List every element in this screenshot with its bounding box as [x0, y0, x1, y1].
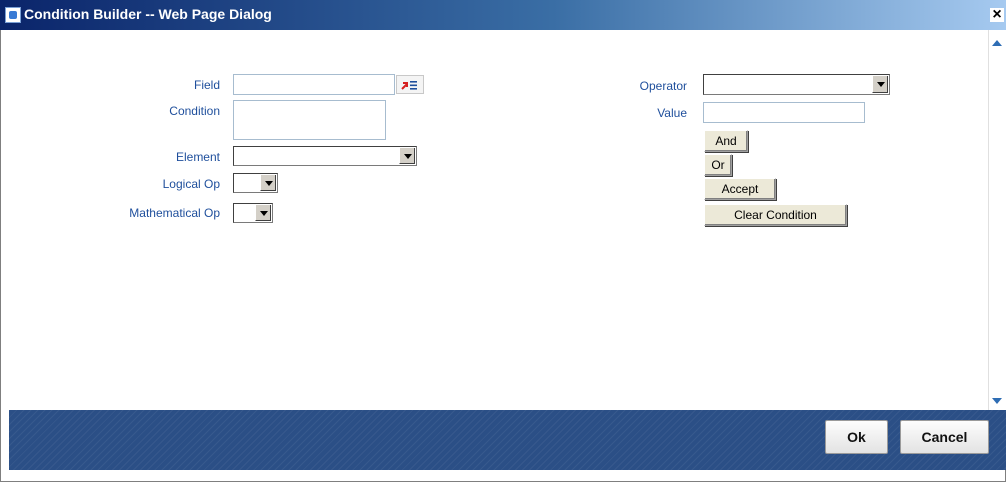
logical-op-select[interactable]: [233, 173, 278, 193]
condition-textarea[interactable]: [233, 100, 386, 140]
operator-select[interactable]: [703, 74, 890, 95]
chevron-down-icon[interactable]: [872, 76, 888, 93]
window-title: Condition Builder -- Web Page Dialog: [24, 6, 272, 22]
scroll-down-icon[interactable]: [992, 398, 1002, 404]
operator-label: Operator: [639, 79, 687, 93]
and-button[interactable]: And: [704, 130, 748, 152]
field-label: Field: [193, 78, 220, 92]
mathematical-op-select[interactable]: [233, 203, 273, 223]
list-of-values-icon: [401, 81, 417, 90]
chevron-down-icon[interactable]: [260, 175, 276, 191]
value-label: Value: [657, 106, 687, 120]
scroll-up-icon[interactable]: [992, 40, 1002, 46]
or-button[interactable]: Or: [704, 154, 732, 176]
value-input[interactable]: [703, 102, 865, 123]
ok-button[interactable]: Ok: [825, 420, 888, 454]
element-select[interactable]: [233, 146, 417, 166]
close-icon[interactable]: ×: [990, 7, 1004, 23]
field-input[interactable]: [233, 74, 395, 95]
list-of-values-button[interactable]: [396, 75, 424, 94]
app-window-icon: [5, 7, 21, 23]
mathematical-op-label: Mathematical Op: [129, 206, 220, 220]
element-label: Element: [175, 150, 220, 164]
title-bar[interactable]: Condition Builder -- Web Page Dialog ×: [0, 0, 1006, 30]
chevron-down-icon[interactable]: [399, 148, 415, 164]
vertical-scrollbar[interactable]: [988, 30, 1006, 410]
accept-button[interactable]: Accept: [704, 178, 776, 200]
logical-op-label: Logical Op: [162, 177, 220, 191]
clear-condition-button[interactable]: Clear Condition: [704, 204, 847, 226]
condition-label: Condition: [169, 104, 220, 118]
chevron-down-icon[interactable]: [255, 205, 271, 221]
cancel-button[interactable]: Cancel: [900, 420, 989, 454]
